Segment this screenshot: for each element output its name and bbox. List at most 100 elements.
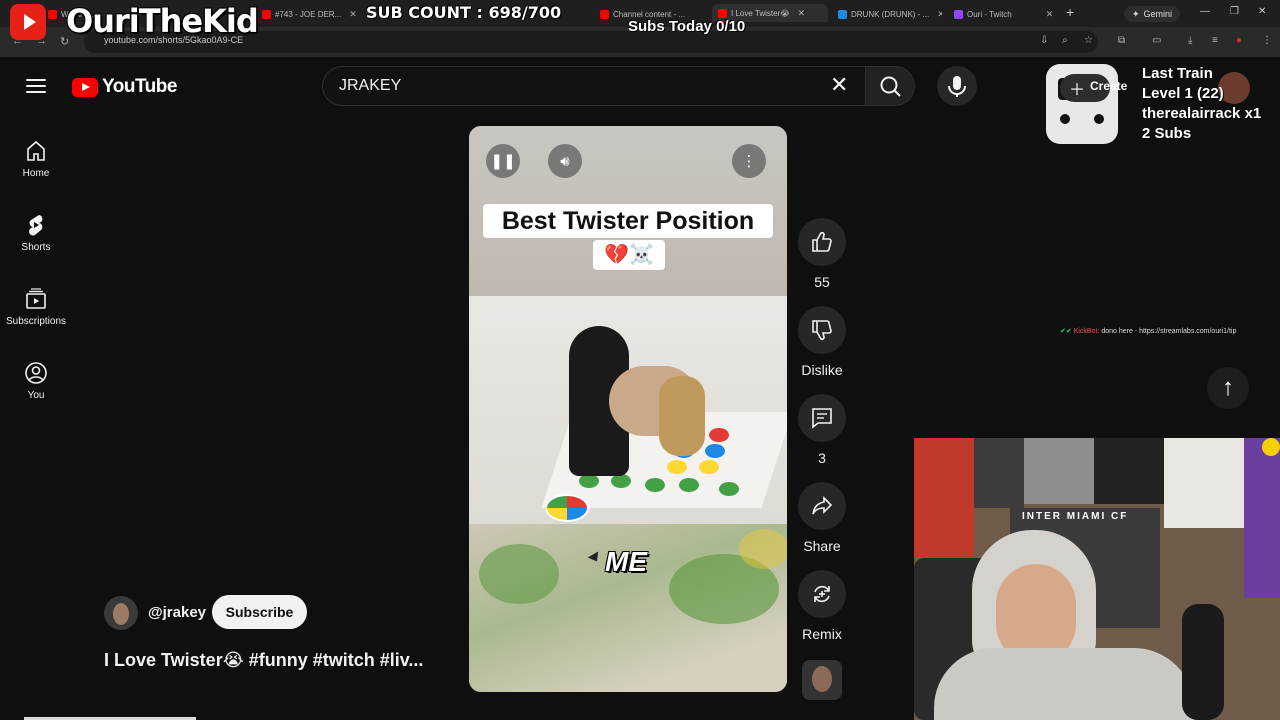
gemini-button[interactable]: ✦ Gemini [1124,6,1181,22]
thumbs-down-icon [812,320,832,341]
remix-button[interactable]: Remix [798,570,846,642]
train-light [1094,114,1104,124]
tab-close-icon[interactable]: ✕ [349,9,357,20]
mat-dot [667,460,687,474]
remix-label: Remix [802,626,842,642]
avatar-face [113,603,129,625]
minimize-icon[interactable]: — [1200,6,1210,17]
sidebar-item-label: Home [22,168,50,179]
mat-dot [705,444,725,458]
voice-search-button[interactable] [937,66,977,106]
browser-tab[interactable]: Ouri - Twitch ✕ [954,5,1056,23]
gemini-label: Gemini [1143,9,1173,19]
mat-dot [699,460,719,474]
pause-icon: ❚❚ [490,153,516,170]
close-window-icon[interactable]: ✕ [1258,6,1266,17]
clear-search-icon[interactable]: ✕ [830,74,848,96]
browser-tab[interactable]: #743 - JOE DER... ✕ [262,5,358,23]
wall-poster [1094,438,1164,504]
pause-button[interactable]: ❚❚ [486,144,520,178]
remix-icon [814,585,830,603]
create-label: Create [1090,79,1128,93]
subscribe-button[interactable]: Subscribe [212,595,307,629]
microphone-icon [948,76,966,97]
menu-icon[interactable]: ⋮ [1262,35,1272,46]
comments-button[interactable]: 3 [798,394,846,466]
remix-circle[interactable] [798,570,846,618]
youtube-logo[interactable]: YouTube [72,76,177,98]
person-hair [659,376,705,456]
comments-circle[interactable] [798,394,846,442]
smiley-icon [1262,438,1280,456]
zoom-icon[interactable]: ⌕ [1062,35,1068,46]
share-icon [812,496,833,515]
short-title[interactable]: I Love Twister😭 #funny #twitch #liv... [104,650,456,671]
more-options-button[interactable]: ⋮ [732,144,766,178]
dislike-label: Dislike [801,362,843,378]
sidebar-item-label: Subscriptions [5,316,67,327]
short-video-player[interactable]: ❚❚ 🔊︎ ⋮ Best Twister Position 💔☠️ ME [469,126,787,692]
blurred-blob [479,544,559,604]
streamer-body [934,648,1194,720]
tab-label: I Love Twister😭 [731,8,790,18]
share-label: Share [803,538,841,554]
sidebar-item-subscriptions[interactable]: Subscriptions [0,270,72,344]
like-button[interactable]: 55 [798,218,846,290]
tab-close-icon[interactable]: ✕ [798,8,806,19]
download-icon[interactable]: ⤓ [1188,35,1192,46]
channel-handle[interactable]: @jrakey [148,604,206,621]
channel-avatar[interactable] [104,596,138,630]
dislike-button[interactable]: Dislike [798,306,846,378]
webcam-overlay: INTER MIAMI CF [914,438,1280,720]
train-light [1060,114,1070,124]
menu-hamburger-icon[interactable] [26,77,46,95]
tab-close-icon[interactable]: ✕ [1046,9,1054,20]
new-tab-button[interactable]: + [1066,4,1074,20]
previous-short-button[interactable]: ↑ [1207,367,1249,409]
last-train-level: Level 1 (22) [1142,85,1224,102]
sidebar-icon[interactable]: ▭ [1152,35,1161,46]
wall-poster [914,438,974,558]
sidebar-item-label: You [27,390,45,401]
like-circle[interactable] [798,218,846,266]
sidebar-item-shorts[interactable]: Shorts [0,196,72,270]
donation-ticker: ✔✔ KickBot: dono here - https://streamla… [1060,327,1236,335]
mat-dot [679,478,699,492]
sidebar-item-you[interactable]: You [0,344,72,418]
mat-dot [719,482,739,496]
last-train-title: Last Train [1142,65,1213,82]
bookmark-icon[interactable]: ☆ [1084,35,1093,46]
browser-tab[interactable]: DRUNK (DRUNK) - ... ✕ [838,5,942,23]
thumbnail-face [812,666,832,692]
extensions-icon[interactable]: ⧉ [1118,35,1125,46]
dislike-circle[interactable] [798,306,846,354]
volume-button[interactable]: 🔊︎ [548,144,582,178]
maximize-icon[interactable]: ❐ [1230,6,1239,17]
tab-close-icon[interactable]: ✕ [937,9,942,20]
search-button[interactable] [865,66,915,106]
tab-favicon-icon [838,9,847,19]
install-icon[interactable]: ⇩ [1040,35,1048,46]
share-button[interactable]: Share [798,482,846,554]
mat-dot [611,474,631,488]
sound-thumbnail[interactable] [802,660,842,700]
mat-dot [579,474,599,488]
last-train-user: therealairrack x1 [1142,105,1262,122]
sidebar-item-home[interactable]: Home [0,122,72,196]
you-icon [25,362,47,384]
youtube-play-icon [72,77,98,97]
comment-icon [812,408,832,429]
search-input[interactable]: JRAKEY [322,66,865,106]
streamer-name: OuriTheKid [66,2,259,40]
wall-poster [1164,438,1244,528]
reading-list-icon[interactable]: ≡ [1212,35,1218,46]
mat-dot [709,428,729,442]
search-value: JRAKEY [339,77,402,94]
share-circle[interactable] [798,482,846,530]
tab-label: #743 - JOE DER... [275,9,342,19]
profile-icon[interactable]: ● [1236,35,1242,46]
tab-favicon-icon [718,8,727,18]
tab-label: DRUNK (DRUNK) - ... [851,9,930,19]
home-icon [27,140,45,161]
last-train-panel: Last Train Level 1 (22) therealairrack x… [1142,64,1261,144]
